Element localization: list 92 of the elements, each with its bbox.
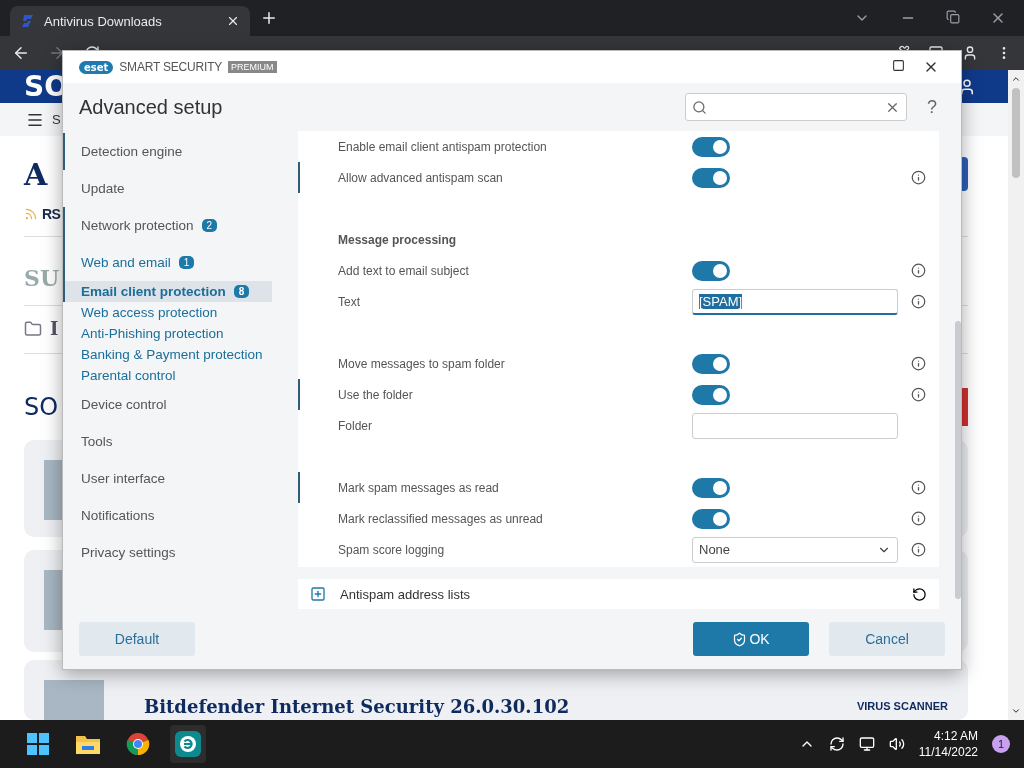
clock[interactable]: 4:12 AM 11/14/2022 xyxy=(918,728,978,760)
toggle-switch[interactable] xyxy=(692,508,730,529)
sidebar-item[interactable]: User interface xyxy=(63,460,272,497)
site-logo-icon xyxy=(20,13,36,29)
category-tag[interactable]: VIRUS SCANNER xyxy=(856,700,948,712)
toggle-switch[interactable] xyxy=(692,260,730,281)
setting-label: Mark spam messages as read xyxy=(338,480,500,495)
scroll-thumb[interactable] xyxy=(1012,88,1020,178)
scroll-up-icon[interactable] xyxy=(1011,74,1021,84)
section-title: SU xyxy=(24,265,60,291)
setting-label: Use the folder xyxy=(338,387,414,402)
edition-badge: PREMIUM xyxy=(228,61,277,73)
collapsible-section[interactable]: Antispam address lists xyxy=(298,579,939,609)
rss-icon xyxy=(24,207,38,221)
scrollbar[interactable] xyxy=(955,321,961,599)
product-name: SMART SECURITY xyxy=(119,60,223,74)
sidebar-item[interactable]: Parental control xyxy=(63,365,272,386)
network-icon[interactable] xyxy=(858,736,875,752)
sidebar-item[interactable]: Detection engine xyxy=(63,133,272,170)
toggle-switch[interactable] xyxy=(692,353,730,374)
sidebar-item[interactable]: Notifications xyxy=(63,497,272,534)
text-field[interactable] xyxy=(692,412,898,439)
text-field[interactable]: [SPAM] xyxy=(692,288,898,315)
setting-label: Mark reclassified messages as unread xyxy=(338,511,544,526)
scroll-down-icon[interactable] xyxy=(1011,706,1021,716)
volume-icon[interactable] xyxy=(888,736,905,752)
restore-icon[interactable] xyxy=(946,10,960,24)
group-heading: Message processing xyxy=(338,232,457,247)
sidebar-item[interactable]: Email client protection 8 xyxy=(63,281,272,302)
sidebar-item[interactable]: Tools xyxy=(63,423,272,460)
count-badge: 1 xyxy=(178,256,195,269)
notification-badge[interactable]: 1 xyxy=(992,735,1010,753)
toggle-switch[interactable] xyxy=(692,477,730,498)
setting-label: Add text to email subject xyxy=(338,263,470,278)
setting-label: Text xyxy=(338,294,361,309)
toggle-switch[interactable] xyxy=(692,136,730,157)
help-button[interactable]: ? xyxy=(927,96,937,118)
nav-text: S xyxy=(52,112,61,127)
sidebar-item[interactable]: Update xyxy=(63,170,272,207)
sidebar-item[interactable]: Banking & Payment protection xyxy=(63,344,272,365)
folder-label: I xyxy=(50,318,59,339)
dialog-title: Advanced setup xyxy=(79,95,224,119)
sync-icon[interactable] xyxy=(828,736,845,752)
info-icon[interactable] xyxy=(910,263,926,278)
windows-logo-icon xyxy=(27,733,49,755)
rss-label: RS xyxy=(42,206,61,222)
cancel-button[interactable]: Cancel xyxy=(829,622,945,656)
page-scrollbar[interactable] xyxy=(1008,70,1024,720)
dropdown[interactable]: None xyxy=(692,536,898,563)
time: 4:12 AM xyxy=(933,728,978,744)
info-icon[interactable] xyxy=(910,356,926,371)
new-tab-icon[interactable] xyxy=(260,9,278,27)
sidebar-item[interactable]: Privacy settings xyxy=(63,534,272,571)
page-heading: A xyxy=(24,156,48,192)
search-icon xyxy=(692,99,707,115)
expand-icon xyxy=(310,586,326,602)
setting-label: Allow advanced antispam scan xyxy=(338,170,504,185)
tab-title: Antivirus Downloads xyxy=(44,13,163,29)
info-icon[interactable] xyxy=(910,511,926,526)
count-badge: 2 xyxy=(201,219,218,232)
folder-icon xyxy=(24,319,42,338)
info-icon[interactable] xyxy=(910,170,926,185)
shield-icon xyxy=(732,631,748,647)
card-title[interactable]: Bitdefender Internet Security 26.0.30.102 xyxy=(144,696,570,717)
info-icon[interactable] xyxy=(910,542,926,557)
close-icon[interactable] xyxy=(226,14,240,28)
toggle-switch[interactable] xyxy=(692,167,730,188)
sidebar-item[interactable]: Anti-Phishing protection xyxy=(63,323,272,344)
ok-button[interactable]: OK xyxy=(693,622,809,656)
toggle-switch[interactable] xyxy=(692,384,730,405)
setting-label: Enable email client antispam protection xyxy=(338,139,548,154)
info-icon[interactable] xyxy=(910,480,926,495)
maximize-icon[interactable] xyxy=(892,59,905,72)
brand-logo: eset xyxy=(79,60,114,74)
browser-tab[interactable]: Antivirus Downloads xyxy=(10,6,250,36)
security-app-icon[interactable] xyxy=(170,725,206,763)
undo-icon[interactable] xyxy=(912,586,927,602)
setting-label: Spam score logging xyxy=(338,542,446,557)
sidebar-item[interactable]: Web access protection xyxy=(63,302,272,323)
section-title: SO xyxy=(24,393,59,421)
profile-icon[interactable] xyxy=(962,45,978,61)
back-icon[interactable] xyxy=(12,44,30,62)
setting-label: Move messages to spam folder xyxy=(338,356,506,371)
info-icon[interactable] xyxy=(910,294,926,309)
default-button[interactable]: Default xyxy=(79,622,195,656)
sidebar-item[interactable]: Device control xyxy=(63,386,272,423)
info-icon[interactable] xyxy=(910,387,926,402)
date: 11/14/2022 xyxy=(918,744,978,760)
setting-label: Folder xyxy=(338,418,373,433)
sidebar-item[interactable]: Network protection 2 xyxy=(63,207,272,244)
search-field[interactable] xyxy=(685,93,907,121)
count-badge: 8 xyxy=(233,285,250,298)
